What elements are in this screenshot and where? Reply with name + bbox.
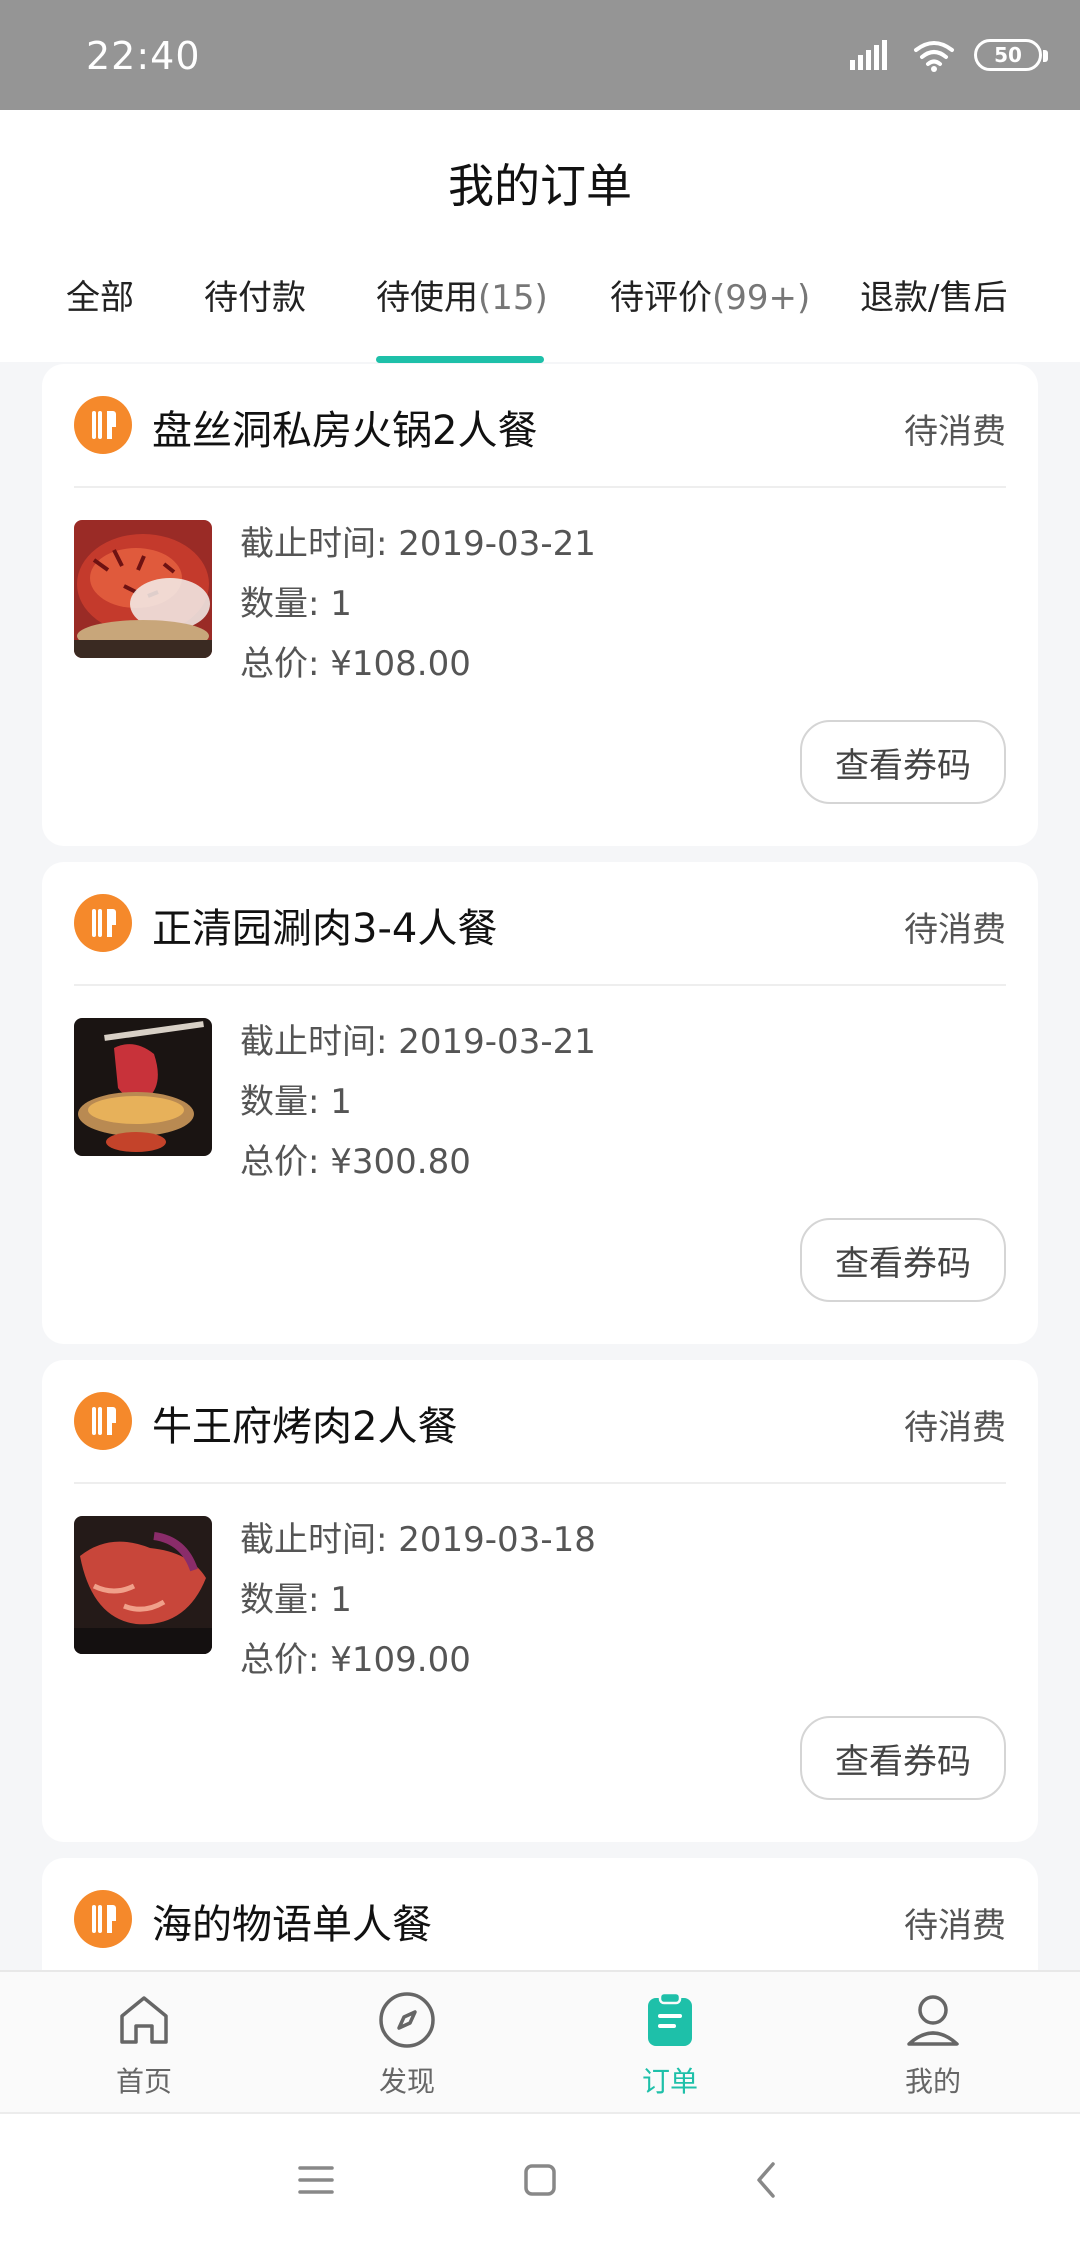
header: 我的订单 全部 待付款 待使用(15) 待评价(99+) 退款/售后 (0, 110, 1080, 363)
total-label: 总价: (240, 1142, 331, 1182)
tab-label: 订单 (641, 2065, 698, 2098)
total-value: ¥108.00 (330, 644, 471, 684)
order-details: 截止时间: 2019-03-21 数量: 1 总价: ¥300.80 (240, 1012, 596, 1192)
bottom-tab-home[interactable]: 首页 (9, 1972, 279, 2114)
order-details: 截止时间: 2019-03-18 数量: 1 总价: ¥109.00 (240, 1510, 596, 1690)
bottom-tab-bar: 首页 发现 订单 我的 (0, 1970, 1080, 2112)
order-card: 盘丝洞私房火锅2人餐 待消费 截止时间: 2019-03-21 数量: 1 总价… (42, 364, 1038, 846)
food-image[interactable] (74, 1018, 212, 1156)
deadline-row: 截止时间: 2019-03-21 (240, 514, 596, 574)
tab-all[interactable]: 全部 (66, 270, 134, 319)
tab-label: 待评价 (610, 278, 712, 318)
order-card-header: 牛王府烤肉2人餐 待消费 (74, 1386, 1006, 1456)
order-card: 牛王府烤肉2人餐 待消费 截止时间: 2019-03-18 数量: 1 总价: … (42, 1360, 1038, 1842)
deadline-value: 2019-03-21 (398, 524, 596, 564)
quantity-row: 数量: 1 (240, 1072, 596, 1132)
deadline-label: 截止时间: (240, 1022, 399, 1062)
restaurant-icon (74, 894, 132, 952)
order-details: 截止时间: 2019-03-21 数量: 1 总价: ¥108.00 (240, 514, 596, 694)
total-row: 总价: ¥109.00 (240, 1630, 596, 1690)
quantity-value: 1 (330, 1082, 352, 1122)
quantity-label: 数量: (240, 1580, 331, 1620)
restaurant-icon (74, 396, 132, 454)
quantity-value: 1 (330, 584, 352, 624)
tab-pending-payment[interactable]: 待付款 (204, 270, 306, 319)
tab-label: 我的 (904, 2065, 961, 2098)
total-row: 总价: ¥108.00 (240, 634, 596, 694)
quantity-row: 数量: 1 (240, 574, 596, 634)
tab-label: 待使用 (376, 278, 478, 318)
total-value: ¥109.00 (330, 1640, 471, 1680)
order-status: 待消费 (904, 412, 1006, 452)
order-list[interactable]: 盘丝洞私房火锅2人餐 待消费 截止时间: 2019-03-21 数量: 1 总价… (0, 362, 1080, 1970)
tab-label: 待付款 (204, 278, 306, 318)
bottom-tab-orders[interactable]: 订单 (535, 1972, 805, 2114)
status-icons: 50 (850, 38, 1048, 72)
total-row: 总价: ¥300.80 (240, 1132, 596, 1192)
quantity-row: 数量: 1 (240, 1570, 596, 1630)
order-card-header: 正清园涮肉3-4人餐 待消费 (74, 888, 1006, 958)
total-label: 总价: (240, 644, 331, 684)
status-time: 22:40 (86, 34, 201, 78)
view-coupon-button[interactable]: 查看券码 (800, 1716, 1006, 1800)
system-nav-bar (0, 2112, 1080, 2244)
restaurant-icon (74, 1890, 132, 1948)
deadline-row: 截止时间: 2019-03-18 (240, 1510, 596, 1570)
deadline-row: 截止时间: 2019-03-21 (240, 1012, 596, 1072)
back-icon[interactable] (735, 2148, 799, 2212)
shop-name[interactable]: 盘丝洞私房火锅2人餐 (152, 398, 537, 456)
home-square-icon[interactable] (508, 2148, 572, 2212)
bottom-tab-profile[interactable]: 我的 (798, 1972, 1068, 2114)
bottom-tab-discover[interactable]: 发现 (272, 1972, 542, 2114)
tab-label: 全部 (66, 278, 134, 318)
restaurant-icon (74, 1392, 132, 1450)
view-coupon-button[interactable]: 查看券码 (800, 720, 1006, 804)
divider (74, 486, 1006, 488)
quantity-value: 1 (330, 1580, 352, 1620)
food-image[interactable] (74, 1516, 212, 1654)
order-card-header: 海的物语单人餐 待消费 (74, 1884, 1006, 1954)
total-label: 总价: (240, 1640, 331, 1680)
order-status: 待消费 (904, 1408, 1006, 1448)
battery-icon: 50 (974, 39, 1048, 71)
tab-label: 首页 (115, 2065, 172, 2098)
tab-label: 退款/售后 (860, 278, 1008, 318)
order-card-header: 盘丝洞私房火锅2人餐 待消费 (74, 390, 1006, 460)
tab-to-review[interactable]: 待评价(99+) (610, 270, 810, 319)
shop-name[interactable]: 牛王府烤肉2人餐 (152, 1394, 457, 1452)
tab-count: (15) (478, 278, 548, 318)
order-status: 待消费 (904, 910, 1006, 950)
tab-label: 发现 (378, 2065, 435, 2098)
user-icon (907, 1995, 959, 2046)
total-value: ¥300.80 (330, 1142, 471, 1182)
home-icon (120, 1996, 168, 2044)
deadline-label: 截止时间: (240, 524, 399, 564)
status-bar: 22:40 50 (0, 0, 1080, 110)
order-card: 正清园涮肉3-4人餐 待消费 截止时间: 2019-03-21 数量: 1 总价… (42, 862, 1038, 1344)
divider (74, 984, 1006, 986)
wifi-icon (914, 41, 954, 72)
deadline-value: 2019-03-21 (398, 1022, 596, 1062)
deadline-value: 2019-03-18 (398, 1520, 596, 1560)
signal-icon (850, 40, 887, 70)
battery-level: 50 (994, 43, 1022, 67)
menu-icon[interactable] (284, 2148, 348, 2212)
divider (74, 1482, 1006, 1484)
order-status: 待消费 (904, 1906, 1006, 1946)
order-tabs: 全部 待付款 待使用(15) 待评价(99+) 退款/售后 (0, 270, 1080, 362)
view-coupon-button[interactable]: 查看券码 (800, 1218, 1006, 1302)
tab-to-use[interactable]: 待使用(15) (376, 270, 548, 319)
tab-refund[interactable]: 退款/售后 (860, 270, 1007, 319)
order-card: 海的物语单人餐 待消费 (42, 1858, 1038, 1970)
quantity-label: 数量: (240, 1082, 331, 1122)
shop-name[interactable]: 海的物语单人餐 (152, 1892, 432, 1950)
page-title: 我的订单 (448, 159, 632, 213)
compass-icon (379, 1992, 435, 2048)
quantity-label: 数量: (240, 584, 331, 624)
deadline-label: 截止时间: (240, 1520, 399, 1560)
shop-name[interactable]: 正清园涮肉3-4人餐 (152, 896, 497, 954)
tab-count: (99+) (712, 278, 811, 318)
food-image[interactable] (74, 520, 212, 658)
clipboard-icon (648, 1991, 692, 2046)
